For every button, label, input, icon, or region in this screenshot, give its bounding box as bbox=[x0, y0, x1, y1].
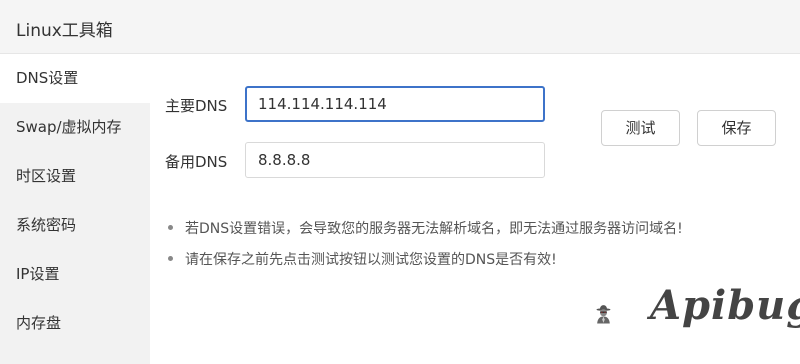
apibug-watermark: Apibug bbox=[650, 282, 800, 329]
note-text: 请在保存之前先点击测试按钮以测试您设置的DNS是否有效! bbox=[185, 252, 557, 268]
sidebar: DNS设置 Swap/虚拟内存 时区设置 系统密码 IP设置 内存盘 bbox=[0, 54, 150, 364]
sidebar-item-dns[interactable]: DNS设置 bbox=[0, 54, 150, 103]
save-button[interactable]: 保存 bbox=[697, 110, 776, 146]
note-item: 若DNS设置错误，会导致您的服务器无法解析域名，即无法通过服务器访问域名! bbox=[168, 218, 683, 238]
bullet-icon bbox=[168, 255, 173, 261]
sidebar-item-swap[interactable]: Swap/虚拟内存 bbox=[0, 103, 150, 152]
window-title: Linux工具箱 bbox=[16, 21, 113, 41]
secondary-dns-label: 备用DNS bbox=[165, 153, 228, 171]
primary-dns-input[interactable]: 114.114.114.114 bbox=[245, 86, 545, 122]
test-button[interactable]: 测试 bbox=[601, 110, 680, 146]
note-item: 请在保存之前先点击测试按钮以测试您设置的DNS是否有效! bbox=[168, 249, 557, 269]
sidebar-item-timezone[interactable]: 时区设置 bbox=[0, 152, 150, 201]
bullet-icon bbox=[168, 224, 173, 230]
primary-dns-label: 主要DNS bbox=[165, 97, 228, 115]
note-text: 若DNS设置错误，会导致您的服务器无法解析域名，即无法通过服务器访问域名! bbox=[185, 221, 683, 237]
sidebar-item-ip[interactable]: IP设置 bbox=[0, 250, 150, 299]
sidebar-item-password[interactable]: 系统密码 bbox=[0, 201, 150, 250]
sidebar-item-ramdisk[interactable]: 内存盘 bbox=[0, 299, 150, 348]
spy-mascot-icon bbox=[596, 305, 611, 324]
secondary-dns-input[interactable]: 8.8.8.8 bbox=[245, 142, 545, 178]
title-bar: Linux工具箱 bbox=[0, 0, 800, 54]
